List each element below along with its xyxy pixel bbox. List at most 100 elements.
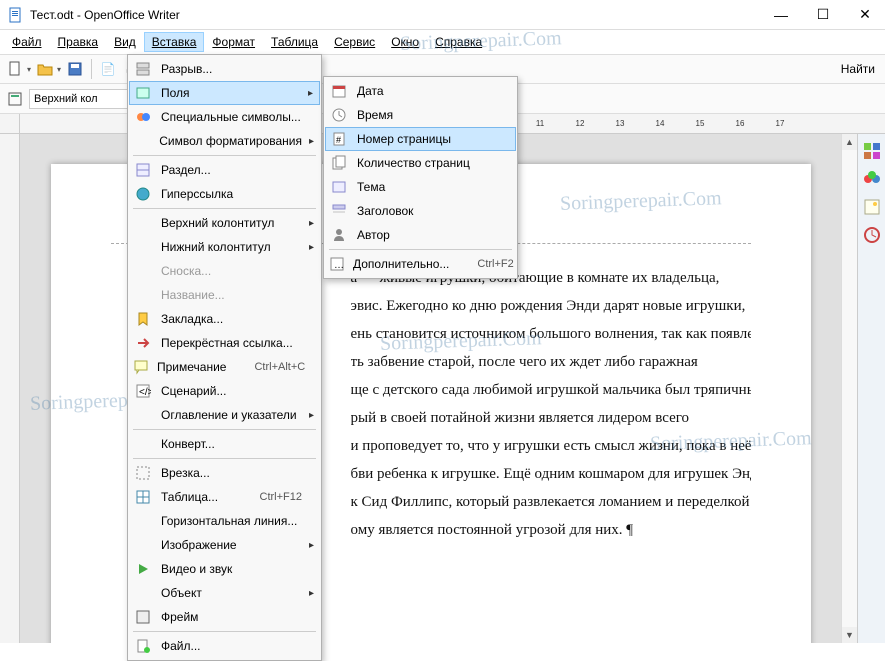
insert-menu-item[interactable]: Фрейм (129, 605, 320, 629)
vertical-scrollbar[interactable]: ▲ ▼ (841, 134, 857, 643)
text-line[interactable]: рый в своей потайной жизни является лиде… (351, 404, 751, 432)
submenu-arrow-icon: ▸ (309, 136, 314, 147)
fields-submenu-item[interactable]: Автор (325, 223, 516, 247)
export-pdf-icon[interactable]: 📄 (97, 58, 119, 80)
insert-menu-item-label: Горизонтальная линия... (161, 514, 302, 528)
sidebar-navigator-icon[interactable] (861, 224, 883, 246)
comment-icon (133, 358, 149, 376)
insert-menu-item[interactable]: Изображение▸ (129, 533, 320, 557)
insert-menu-item-label: Название... (161, 288, 302, 302)
scroll-track[interactable] (842, 150, 857, 627)
menu-tools[interactable]: Сервис (326, 32, 383, 52)
fields-submenu-item[interactable]: Количество страниц (325, 151, 516, 175)
crossref-icon (133, 334, 153, 352)
blank-icon (133, 238, 153, 256)
more-icon: … (329, 255, 345, 273)
insert-menu-item[interactable]: Горизонтальная линия... (129, 509, 320, 533)
insert-menu-item-label: Верхний колонтитул (161, 216, 302, 230)
insert-menu-item-label: Раздел... (161, 163, 302, 177)
insert-menu-item[interactable]: Закладка... (129, 307, 320, 331)
fields-submenu-item[interactable]: …Дополнительно...Ctrl+F2 (325, 252, 516, 276)
fields-submenu-item[interactable]: Заголовок (325, 199, 516, 223)
insert-menu-item[interactable]: Специальные символы... (129, 105, 320, 129)
scroll-down-button[interactable]: ▼ (842, 627, 857, 643)
insert-menu-item[interactable]: </>Сценарий... (129, 379, 320, 403)
paragraph-style-select[interactable]: Верхний кол (29, 89, 139, 109)
fields-submenu-separator (329, 249, 512, 250)
insert-menu-item-label: Гиперссылка (161, 187, 302, 201)
menu-view[interactable]: Вид (106, 32, 144, 52)
insert-menu-item[interactable]: Видео и звук (129, 557, 320, 581)
svg-text:…: … (334, 260, 344, 271)
author-icon (329, 226, 349, 244)
text-line[interactable]: ому является постоянной угрозой для них.… (351, 516, 751, 544)
save-icon[interactable] (64, 58, 86, 80)
script-icon: </> (133, 382, 153, 400)
insert-menu-dropdown: Разрыв...Поля▸Специальные символы...Симв… (127, 54, 322, 661)
insert-menu-item[interactable]: Раздел... (129, 158, 320, 182)
submenu-arrow-icon: ▸ (309, 218, 314, 229)
insert-menu-item[interactable]: Символ форматирования▸ (129, 129, 320, 153)
text-line[interactable]: ень становится источником большого волне… (351, 320, 751, 348)
insert-menu-item-label: Таблица... (161, 490, 232, 504)
sidebar-styles-icon[interactable] (861, 168, 883, 190)
insert-menu-separator (133, 208, 316, 209)
menu-edit[interactable]: Правка (50, 32, 107, 52)
fields-submenu-item[interactable]: Время (325, 103, 516, 127)
insert-menu-item-label: Объект (161, 586, 302, 600)
insert-menu-item[interactable]: Конверт... (129, 432, 320, 456)
fields-submenu-item[interactable]: #Номер страницы (325, 127, 516, 151)
insert-menu-item-label: Изображение (161, 538, 302, 552)
vertical-ruler[interactable] (0, 134, 20, 643)
text-line[interactable]: бви ребенка к игрушке. Ещё одним кошмаро… (351, 460, 751, 488)
subject-icon (329, 178, 349, 196)
insert-menu-item[interactable]: Нижний колонтитул▸ (129, 235, 320, 259)
insert-menu-item-label: Нижний колонтитул (161, 240, 302, 254)
insert-menu-item[interactable]: Верхний колонтитул ▸ (129, 211, 320, 235)
insert-menu-item[interactable]: Оглавление и указатели▸ (129, 403, 320, 427)
insert-menu-item[interactable]: ПримечаниеCtrl+Alt+C (129, 355, 320, 379)
text-line[interactable]: и проповедует то, что у игрушки есть смы… (351, 432, 751, 460)
insert-menu-item[interactable]: Перекрёстная ссылка... (129, 331, 320, 355)
text-line[interactable]: эвис. Ежегодно ко дню рождения Энди даря… (351, 292, 751, 320)
insert-menu-item[interactable]: Разрыв... (129, 57, 320, 81)
blank-icon (133, 286, 153, 304)
insert-menu-item[interactable]: Поля▸ (129, 81, 320, 105)
text-line[interactable]: ще с детского сада любимой игрушкой маль… (351, 376, 751, 404)
insert-menu-item[interactable]: Объект▸ (129, 581, 320, 605)
menu-table[interactable]: Таблица (263, 32, 326, 52)
file-icon (133, 637, 153, 655)
new-icon[interactable] (4, 58, 26, 80)
insert-menu-item[interactable]: Файл... (129, 634, 320, 658)
scroll-up-button[interactable]: ▲ (842, 134, 857, 150)
styles-icon[interactable] (4, 88, 26, 110)
insert-menu-item-label: Поля (161, 86, 302, 100)
find-label[interactable]: Найти (835, 60, 881, 78)
menu-insert[interactable]: Вставка (144, 32, 205, 52)
menu-help[interactable]: Справка (427, 32, 490, 52)
blank-icon (133, 435, 153, 453)
menu-format[interactable]: Формат (204, 32, 263, 52)
insert-menu-item[interactable]: Таблица...Ctrl+F12 (129, 485, 320, 509)
sidebar-properties-icon[interactable] (861, 140, 883, 162)
menu-file[interactable]: Файл (4, 32, 50, 52)
menu-window[interactable]: Окно (383, 32, 427, 52)
fields-submenu-item[interactable]: Дата (325, 79, 516, 103)
section-icon (133, 161, 153, 179)
break-icon (133, 60, 153, 78)
close-button[interactable]: ✕ (853, 3, 877, 27)
blank-icon (133, 536, 153, 554)
sidebar-gallery-icon[interactable] (861, 196, 883, 218)
fields-submenu-item[interactable]: Тема (325, 175, 516, 199)
minimize-button[interactable]: — (769, 3, 793, 27)
insert-menu-separator (133, 458, 316, 459)
insert-menu-item[interactable]: Врезка... (129, 461, 320, 485)
text-line[interactable]: ть забвение старой, после чего их ждет л… (351, 348, 751, 376)
maximize-button[interactable]: ☐ (811, 3, 835, 27)
insert-menu-item-label: Оглавление и указатели (161, 408, 302, 422)
text-line[interactable]: к Сид Филлипс, который развлекается лома… (351, 488, 751, 516)
open-icon[interactable] (34, 58, 56, 80)
insert-menu-separator (133, 429, 316, 430)
ruler-corner (0, 114, 20, 133)
insert-menu-item[interactable]: Гиперссылка (129, 182, 320, 206)
